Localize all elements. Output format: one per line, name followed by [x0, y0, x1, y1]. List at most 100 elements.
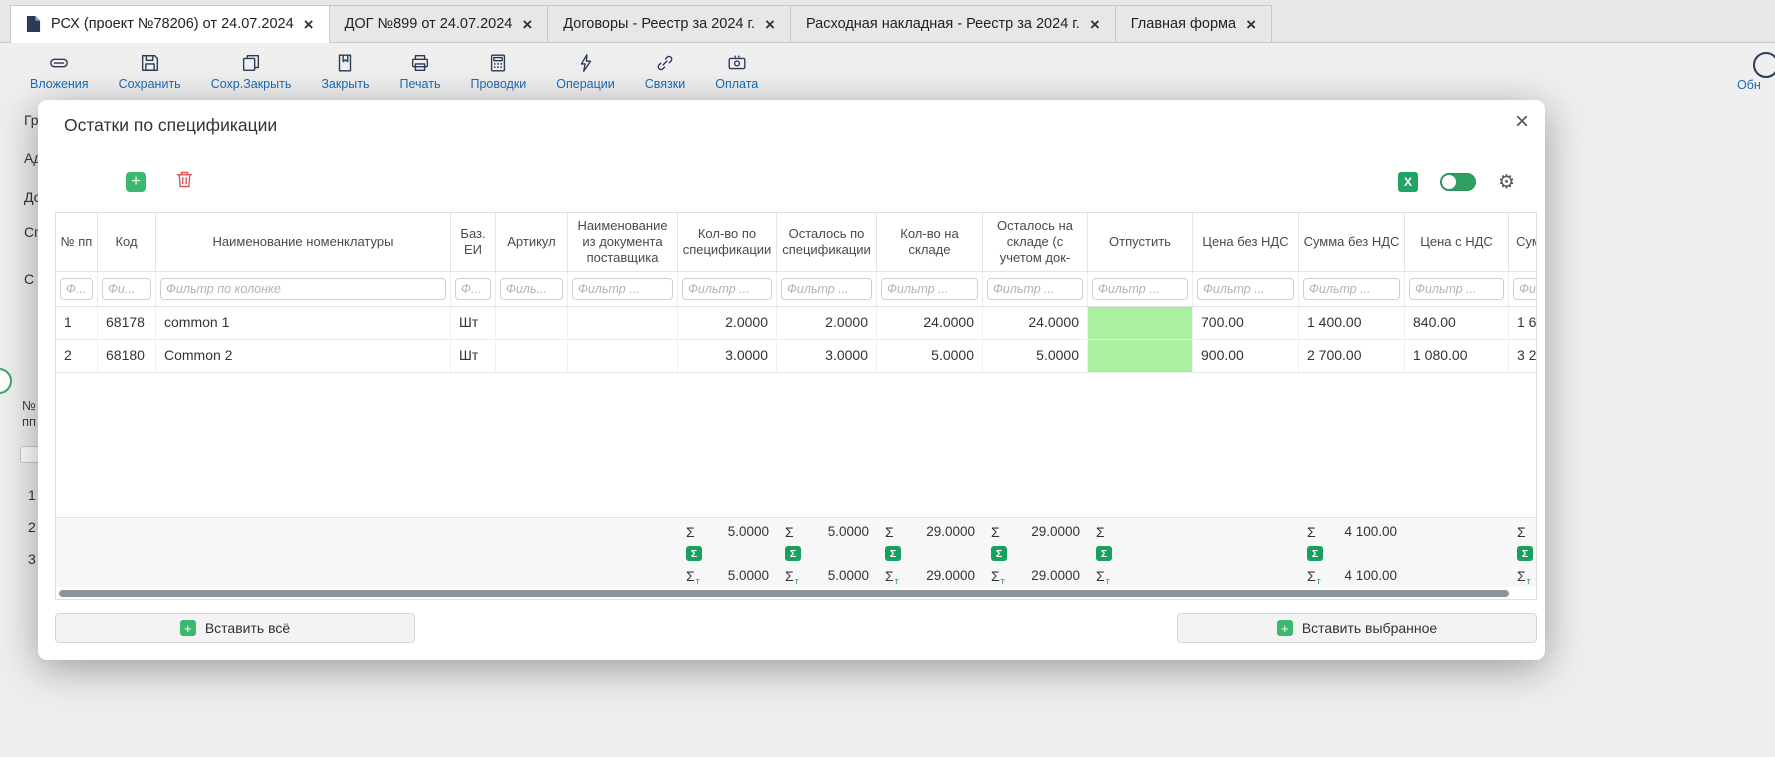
- column-header[interactable]: Артикул: [496, 213, 568, 271]
- plus-icon: +: [180, 620, 196, 636]
- column-header[interactable]: Сумма без НДС: [1299, 213, 1405, 271]
- tab-invoice-registry[interactable]: Расходная накладная - Реестр за 2024 г. …: [791, 5, 1116, 42]
- table-row[interactable]: 168178common 1Шт2.00002.000024.000024.00…: [56, 307, 1536, 340]
- total-value: 5.0000: [728, 524, 769, 539]
- sigma-symbol: Σ: [1307, 524, 1316, 540]
- column-filter-input[interactable]: [500, 278, 563, 300]
- column-filter-input[interactable]: [1197, 278, 1294, 300]
- cell: 1 080.00: [1405, 340, 1509, 372]
- attachments-button[interactable]: Вложения: [30, 52, 89, 91]
- column-filter-input[interactable]: [455, 278, 491, 300]
- tab-rsx-project[interactable]: РСХ (проект №78206) от 24.07.2024 ×: [10, 5, 330, 42]
- column-header[interactable]: Код: [98, 213, 156, 271]
- column-filter-input[interactable]: [60, 278, 93, 300]
- postings-icon: [487, 52, 509, 74]
- column-header[interactable]: Отпустить: [1088, 213, 1193, 271]
- totals-filtered-row: Σт5.0000Σт5.0000Σт29.0000Σт29.0000ΣтΣт4 …: [56, 564, 1536, 587]
- refresh-button-label[interactable]: Обн: [1737, 78, 1761, 92]
- column-filter-input[interactable]: [160, 278, 446, 300]
- cell: common 1: [156, 307, 451, 339]
- view-toggle[interactable]: [1440, 173, 1476, 191]
- column-sum-button[interactable]: Σ: [991, 546, 1007, 561]
- tab-main-form[interactable]: Главная форма ×: [1116, 5, 1272, 42]
- insert-selected-button[interactable]: + Вставить выбранное: [1177, 613, 1537, 643]
- column-header[interactable]: № пп: [56, 213, 98, 271]
- total-value: 4 100.00: [1344, 524, 1397, 539]
- toggle-knob: [1442, 175, 1456, 189]
- column-filter-input[interactable]: [572, 278, 673, 300]
- column-sum-button[interactable]: Σ: [686, 546, 702, 561]
- column-header[interactable]: Баз. ЕИ: [451, 213, 496, 271]
- settings-gear-icon[interactable]: ⚙: [1498, 173, 1515, 192]
- save-button[interactable]: Сохранить: [119, 52, 181, 91]
- cell: 700.00: [1193, 307, 1299, 339]
- excel-export-button[interactable]: X: [1398, 172, 1418, 192]
- insert-all-label: Вставить всё: [205, 620, 290, 636]
- column-filter-input[interactable]: [1092, 278, 1188, 300]
- table-body: 168178common 1Шт2.00002.000024.000024.00…: [56, 307, 1536, 373]
- tab-contracts-registry[interactable]: Договоры - Реестр за 2024 г. ×: [548, 5, 791, 42]
- scrollbar-thumb[interactable]: [59, 590, 1509, 597]
- links-button[interactable]: Связки: [645, 52, 685, 91]
- tab-dog-899[interactable]: ДОГ №899 от 24.07.2024 ×: [330, 5, 549, 42]
- tab-close-icon[interactable]: ×: [765, 16, 775, 33]
- postings-button[interactable]: Проводки: [470, 52, 526, 91]
- column-sum-button[interactable]: Σ: [1307, 546, 1323, 561]
- dialog-close-icon[interactable]: ×: [1515, 108, 1529, 136]
- save-close-button[interactable]: Сохр.Закрыть: [211, 52, 292, 91]
- column-header[interactable]: Цена без НДС: [1193, 213, 1299, 271]
- tool-label: Сохранить: [119, 77, 181, 91]
- column-filter-input[interactable]: [1513, 278, 1537, 300]
- add-row-button[interactable]: +: [126, 172, 146, 192]
- edge-floating-button[interactable]: [0, 368, 12, 394]
- tab-close-icon[interactable]: ×: [1246, 16, 1256, 33]
- column-filter-input[interactable]: [781, 278, 872, 300]
- horizontal-scrollbar[interactable]: [56, 587, 1536, 599]
- column-header[interactable]: Сум: [1509, 213, 1537, 271]
- close-doc-icon: [334, 52, 356, 74]
- tab-close-icon[interactable]: ×: [304, 16, 314, 33]
- column-header[interactable]: Кол-во по спецификации: [678, 213, 777, 271]
- column-header[interactable]: Осталось по спецификации: [777, 213, 877, 271]
- column-filter-input[interactable]: [682, 278, 772, 300]
- release-cell[interactable]: [1088, 340, 1193, 372]
- column-header[interactable]: Осталось на складе (с учетом док-: [983, 213, 1088, 271]
- cell: 900.00: [1193, 340, 1299, 372]
- document-icon: [26, 15, 41, 33]
- cell: 840.00: [1405, 307, 1509, 339]
- column-header[interactable]: Наименование из документа поставщика: [568, 213, 678, 271]
- column-sum-button[interactable]: Σ: [1096, 546, 1112, 561]
- cell: 68178: [98, 307, 156, 339]
- column-sum-button[interactable]: Σ: [785, 546, 801, 561]
- insert-all-button[interactable]: + Вставить всё: [55, 613, 415, 643]
- column-filter-input[interactable]: [881, 278, 978, 300]
- print-button[interactable]: Печать: [400, 52, 441, 91]
- column-sum-button[interactable]: Σ: [885, 546, 901, 561]
- column-sum-button[interactable]: Σ: [1517, 546, 1533, 561]
- table-empty-area: [56, 373, 1536, 517]
- payment-icon: [726, 52, 748, 74]
- column-header[interactable]: Цена с НДС: [1405, 213, 1509, 271]
- close-document-button[interactable]: Закрыть: [321, 52, 369, 91]
- delete-row-button[interactable]: [174, 169, 195, 195]
- tab-close-icon[interactable]: ×: [522, 16, 532, 33]
- cell: 24.0000: [983, 307, 1088, 339]
- table-row[interactable]: 268180Common 2Шт3.00003.00005.00005.0000…: [56, 340, 1536, 373]
- column-header[interactable]: Кол-во на складе: [877, 213, 983, 271]
- column-header[interactable]: Наименование номенклатуры: [156, 213, 451, 271]
- bg-filter-input[interactable]: [20, 446, 40, 463]
- column-filter-input[interactable]: [102, 278, 151, 300]
- column-filter-input[interactable]: [1409, 278, 1504, 300]
- tab-close-icon[interactable]: ×: [1090, 16, 1100, 33]
- refresh-icon[interactable]: [1753, 52, 1775, 78]
- cell: [568, 340, 678, 372]
- cell: [496, 340, 568, 372]
- release-cell[interactable]: [1088, 307, 1193, 339]
- operations-button[interactable]: Операции: [556, 52, 614, 91]
- payment-button[interactable]: Оплата: [715, 52, 758, 91]
- column-filter-input[interactable]: [1303, 278, 1400, 300]
- sigma-symbol: Σт: [785, 568, 799, 584]
- save-close-icon: [240, 52, 262, 74]
- stock-by-spec-dialog: Остатки по спецификации × + X ⚙ № ппКодН…: [38, 100, 1545, 660]
- column-filter-input[interactable]: [987, 278, 1083, 300]
